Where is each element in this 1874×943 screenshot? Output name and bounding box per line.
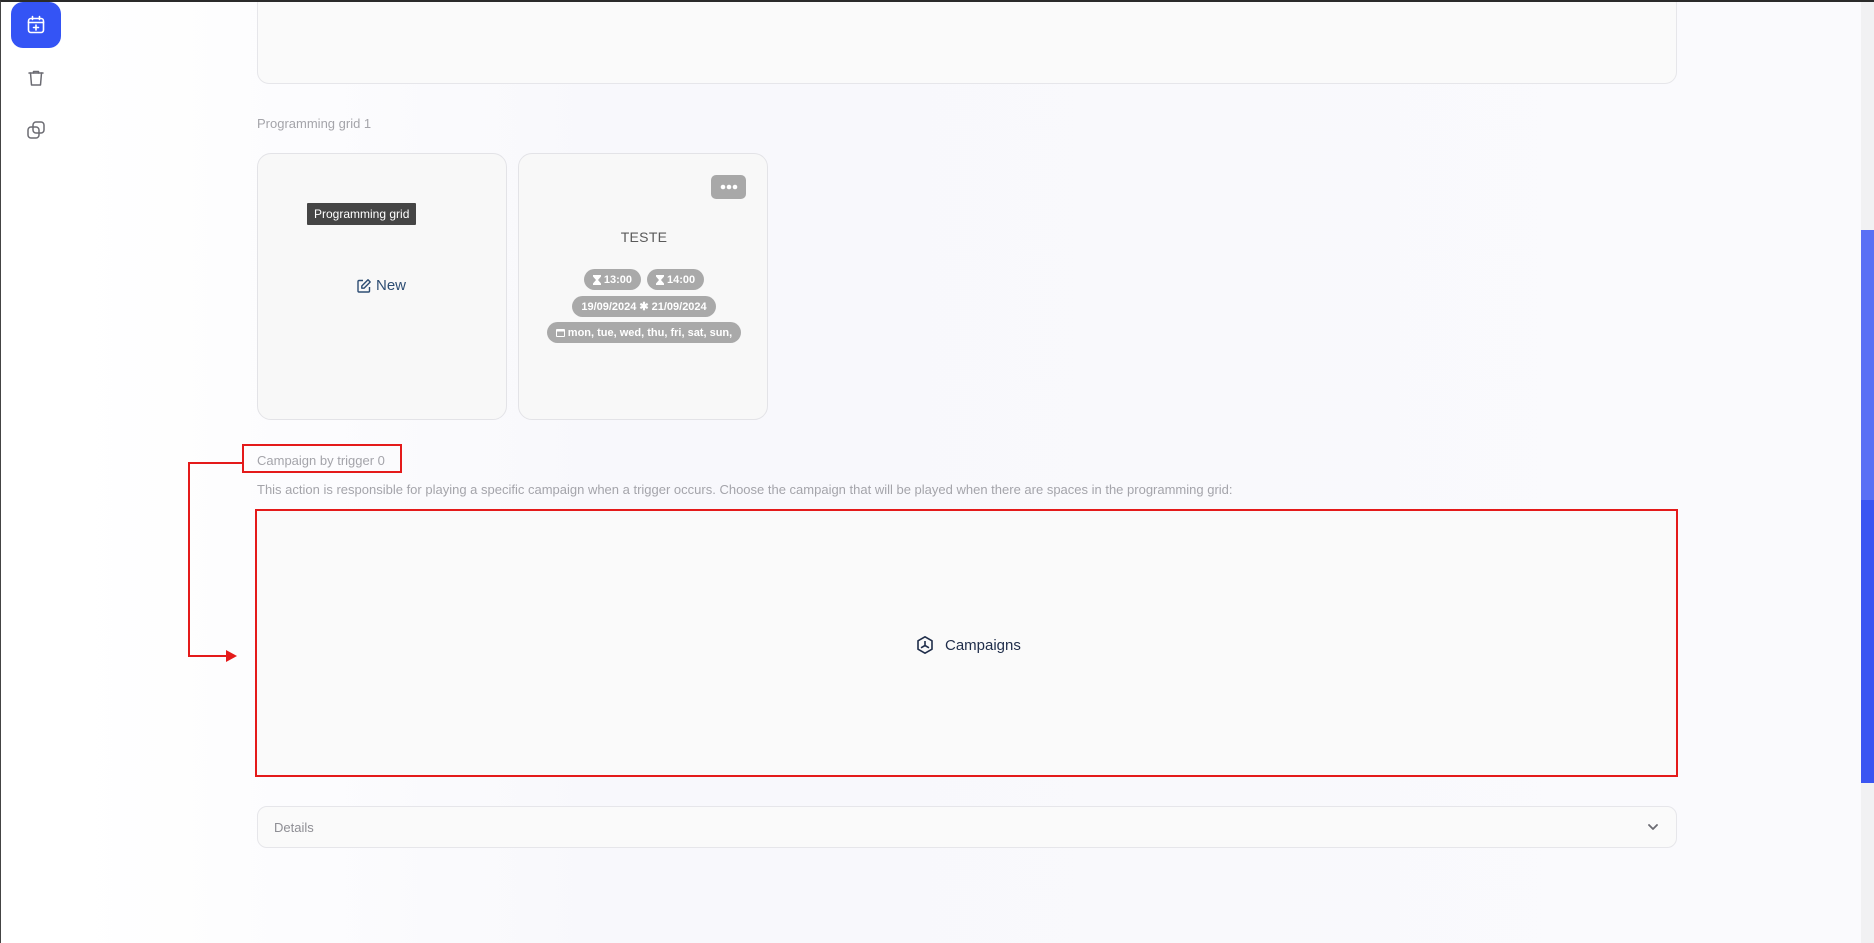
date-row: 19/09/2024 ✱ 21/09/2024 (519, 296, 769, 317)
grid-item-card[interactable]: TESTE 13:00 14:00 19/09/2024 ✱ 21/09/202… (518, 153, 768, 420)
campaign-trigger-label: Campaign by trigger 0 (257, 453, 385, 468)
hourglass-icon (592, 274, 601, 285)
annotation-arrow-head (226, 650, 237, 662)
sidebar-item-delete[interactable] (11, 55, 61, 101)
copy-icon (27, 121, 45, 139)
grid-item-title: TESTE (620, 229, 668, 245)
new-grid-card[interactable]: Programming grid New (257, 153, 507, 420)
annotation-arrow-top (188, 462, 243, 464)
more-icon (720, 184, 737, 190)
annotation-arrow-vertical (188, 462, 190, 657)
new-label: New (376, 277, 407, 294)
scrollbar-thumb[interactable] (1861, 230, 1874, 783)
days-row: mon, tue, wed, thu, fri, sat, sun, (519, 322, 769, 343)
screen: Programming grid 1 Programming grid New … (0, 0, 1874, 943)
chevron-down-icon (1648, 824, 1658, 830)
asterisk-icon: ✱ (639, 301, 649, 313)
trash-icon (28, 70, 44, 86)
sidebar-item-duplicate[interactable] (11, 107, 61, 153)
programming-grid-label: Programming grid 1 (257, 116, 372, 131)
date-range-badge: 19/09/2024 ✱ 21/09/2024 (572, 296, 716, 317)
edit-icon (357, 278, 371, 293)
details-accordion[interactable]: Details (257, 806, 1677, 848)
calendar-icon (555, 329, 565, 337)
campaigns-button[interactable]: Campaigns (915, 635, 1021, 655)
time-row: 13:00 14:00 (519, 269, 769, 290)
campaign-icon (917, 636, 933, 654)
details-label: Details (274, 819, 314, 835)
sidebar (1, 2, 76, 943)
hourglass-icon (656, 274, 664, 285)
days-badge: mon, tue, wed, thu, fri, sat, sun, (546, 322, 742, 343)
more-options-button[interactable] (711, 175, 746, 199)
campaigns-label: Campaigns (945, 636, 1021, 654)
calendar-add-icon (27, 15, 45, 34)
start-time-badge: 13:00 (583, 269, 641, 290)
top-card (257, 2, 1677, 84)
new-grid-button[interactable]: New (356, 277, 406, 294)
programming-grid-tooltip: Programming grid (307, 203, 417, 225)
vertical-scrollbar[interactable] (1861, 2, 1874, 943)
sidebar-item-add-schedule[interactable] (11, 2, 61, 48)
campaign-trigger-description: This action is responsible for playing a… (257, 482, 1233, 497)
end-time-badge: 14:00 (647, 269, 705, 290)
campaign-select-area[interactable]: Campaigns (255, 509, 1678, 777)
